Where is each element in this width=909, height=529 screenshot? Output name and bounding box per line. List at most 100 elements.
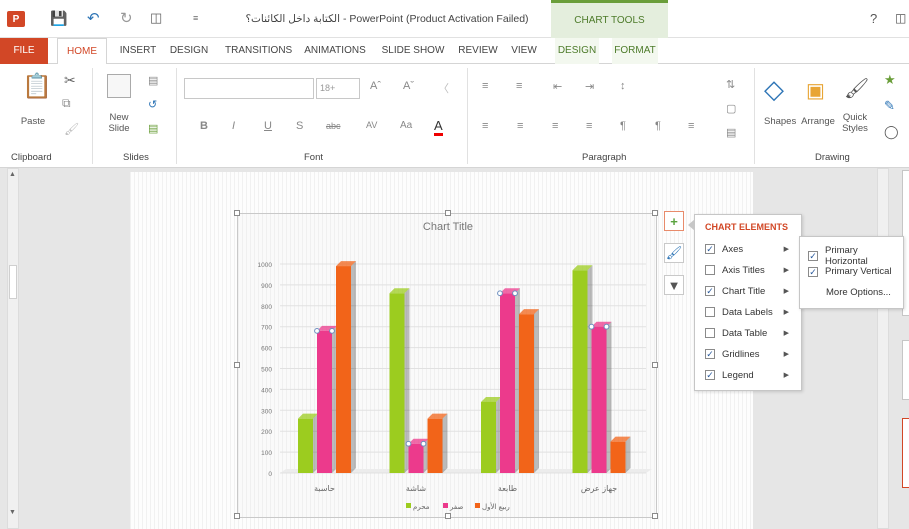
checkbox[interactable] <box>705 307 715 317</box>
rtl-icon[interactable]: ¶ <box>655 120 661 132</box>
change-case-icon[interactable]: Aa <box>400 120 412 131</box>
axes-option-2[interactable]: More Options... <box>826 287 891 298</box>
clear-formatting-icon[interactable]: 〈 <box>438 80 449 96</box>
slide-thumbnail[interactable] <box>902 418 909 488</box>
font-color-icon[interactable]: A <box>434 118 443 136</box>
right-scrollbar[interactable] <box>877 168 889 529</box>
bullets-icon[interactable]: ≡ <box>482 80 488 92</box>
chart-element-axes[interactable]: ✓ Axes ▶ <box>705 241 797 257</box>
ltr-icon[interactable]: ¶ <box>620 120 626 132</box>
checkbox[interactable] <box>705 328 715 338</box>
text-direction-icon[interactable]: ⇅ <box>726 78 735 91</box>
start-slideshow-icon[interactable]: ◫ <box>150 9 162 27</box>
axes-option-1[interactable]: ✓ Primary Vertical <box>808 266 892 277</box>
shrink-font-icon[interactable]: Aˇ <box>403 80 414 92</box>
columns-icon[interactable]: ≡ <box>688 120 694 132</box>
scrollbar-thumb[interactable] <box>9 265 17 299</box>
tab-chart-design[interactable]: DESIGN <box>555 38 599 64</box>
chart-filters-funnel-icon[interactable]: ▼ <box>664 275 684 295</box>
submenu-arrow-icon[interactable]: ▶ <box>784 371 789 379</box>
checkbox[interactable] <box>705 265 715 275</box>
chart-element-data-table[interactable]: Data Table ▶ <box>705 325 797 341</box>
shape-outline-icon[interactable]: ✎ <box>884 98 895 114</box>
numbering-icon[interactable]: ≡ <box>516 80 522 92</box>
align-left-icon[interactable]: ≡ <box>482 120 488 132</box>
customize-qat-icon[interactable]: ≡ <box>193 9 198 27</box>
submenu-arrow-icon[interactable]: ▶ <box>784 287 789 295</box>
tab-chart-format[interactable]: FORMAT <box>612 38 658 64</box>
submenu-arrow-icon[interactable]: ▶ <box>784 329 789 337</box>
tab-home[interactable]: HOME <box>57 38 107 65</box>
checkbox[interactable]: ✓ <box>705 370 715 380</box>
justify-icon[interactable]: ≡ <box>586 120 592 132</box>
bold-icon[interactable]: B <box>200 120 208 132</box>
submenu-arrow-icon[interactable]: ▶ <box>784 308 789 316</box>
scroll-down-icon[interactable]: ▼ <box>9 509 16 516</box>
scroll-up-icon[interactable]: ▲ <box>9 171 16 178</box>
tab-insert[interactable]: INSERT <box>118 38 158 64</box>
line-spacing-icon[interactable]: ↕ <box>620 80 626 92</box>
grow-font-icon[interactable]: Aˆ <box>370 80 381 92</box>
smartart-icon[interactable]: ▤ <box>726 126 736 139</box>
font-name-box[interactable] <box>184 78 314 99</box>
tab-transitions[interactable]: TRANSITIONS <box>225 38 292 64</box>
checkbox[interactable]: ✓ <box>808 266 818 277</box>
ribbon-display-options-icon[interactable]: ◫ <box>895 11 906 25</box>
arrange-button[interactable]: Arrange <box>801 116 835 127</box>
chart-styles-brush-icon[interactable]: 🖌 <box>664 243 684 263</box>
quick-styles-icon[interactable]: 🖌 <box>844 76 869 101</box>
layout-icon[interactable]: ▤ <box>148 74 158 87</box>
submenu-arrow-icon[interactable]: ▶ <box>784 245 789 253</box>
checkbox[interactable]: ✓ <box>705 244 715 254</box>
section-icon[interactable]: ▤ <box>148 122 158 135</box>
chart-element-axis-titles[interactable]: Axis Titles ▶ <box>705 262 797 278</box>
chart-elements-button[interactable]: + <box>664 211 684 231</box>
slide-thumbnail[interactable] <box>902 340 909 400</box>
chart-element-gridlines[interactable]: ✓ Gridlines ▶ <box>705 346 797 362</box>
strikethrough-icon[interactable]: abc <box>326 121 341 131</box>
arrange-icon[interactable]: ▣ <box>806 78 825 103</box>
shape-fill-icon[interactable]: ★ <box>884 72 896 88</box>
tab-view[interactable]: VIEW <box>509 38 539 64</box>
underline-icon[interactable]: U <box>264 120 272 132</box>
tab-review[interactable]: REVIEW <box>458 38 498 64</box>
new-slide-button[interactable]: New Slide <box>102 112 136 134</box>
paste-icon[interactable]: 📋 <box>22 72 52 101</box>
center-icon[interactable]: ≡ <box>517 120 523 132</box>
shape-effects-icon[interactable]: ◯ <box>884 124 899 140</box>
tab-animations[interactable]: ANIMATIONS <box>304 38 366 64</box>
format-painter-icon[interactable]: 🖌 <box>64 122 79 136</box>
font-size-box[interactable]: 18+ <box>316 78 360 99</box>
save-icon[interactable]: 💾 <box>50 9 67 27</box>
decrease-indent-icon[interactable]: ⇤ <box>553 80 562 93</box>
shapes-button[interactable]: Shapes <box>764 116 796 127</box>
submenu-arrow-icon[interactable]: ▶ <box>784 266 789 274</box>
italic-icon[interactable]: I <box>232 120 235 132</box>
checkbox[interactable]: ✓ <box>705 286 715 296</box>
tab-design[interactable]: DESIGN <box>168 38 210 64</box>
cut-icon[interactable]: ✂ <box>64 72 76 89</box>
tab-file[interactable]: FILE <box>0 38 48 64</box>
paste-button[interactable]: Paste <box>20 116 46 127</box>
chart-element-legend[interactable]: ✓ Legend ▶ <box>705 367 797 383</box>
submenu-arrow-icon[interactable]: ▶ <box>784 350 789 358</box>
redo-icon[interactable]: ↻ <box>120 9 133 27</box>
align-right-icon[interactable]: ≡ <box>552 120 558 132</box>
new-slide-icon[interactable] <box>107 74 131 98</box>
undo-icon[interactable]: ↶ <box>87 9 100 27</box>
align-text-icon[interactable]: ▢ <box>726 102 736 115</box>
chart-element-data-labels[interactable]: Data Labels ▶ <box>705 304 797 320</box>
chart-element-chart-title[interactable]: ✓ Chart Title ▶ <box>705 283 797 299</box>
increase-indent-icon[interactable]: ⇥ <box>585 80 594 93</box>
axes-option-0[interactable]: ✓ Primary Horizontal <box>808 245 903 267</box>
tab-slide-show[interactable]: SLIDE SHOW <box>381 38 445 64</box>
shapes-icon[interactable]: ◇ <box>764 74 784 105</box>
quick-styles-button[interactable]: Quick Styles <box>840 112 870 134</box>
shadow-icon[interactable]: S <box>296 120 303 132</box>
left-scrollbar[interactable]: ▲ ▼ <box>7 168 19 529</box>
character-spacing-icon[interactable]: AV <box>366 120 377 130</box>
checkbox[interactable]: ✓ <box>705 349 715 359</box>
copy-icon[interactable]: ⧉ <box>62 96 71 111</box>
chart-area[interactable]: Chart Title 0 100 200 300 400 500 600 700 800 900… <box>234 210 658 519</box>
checkbox[interactable]: ✓ <box>808 251 818 261</box>
